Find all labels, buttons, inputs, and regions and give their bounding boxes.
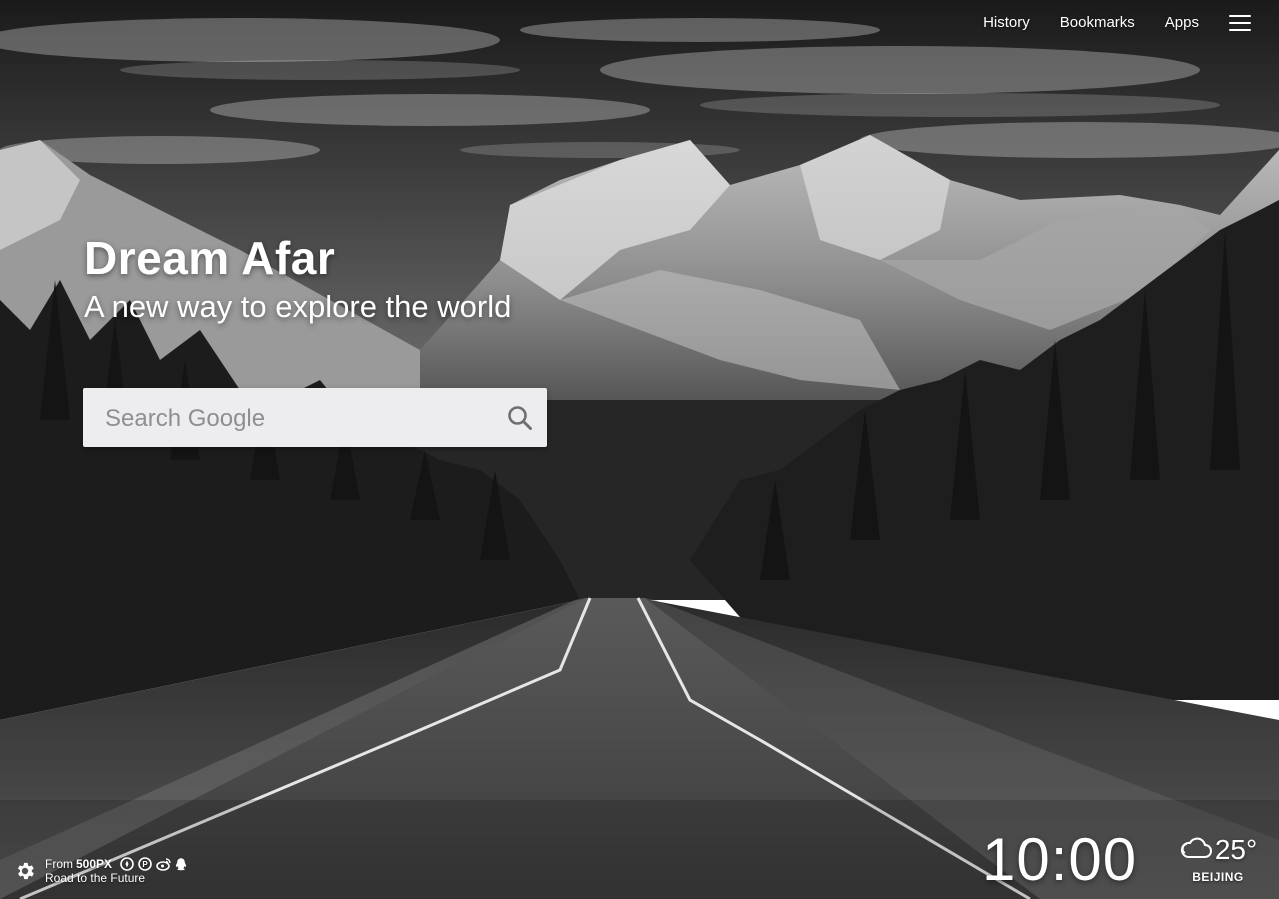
- hero: Dream Afar A new way to explore the worl…: [84, 230, 511, 326]
- photo-credit: From 500PX P Road to the Future: [14, 857, 188, 885]
- credit-source[interactable]: 500PX: [76, 857, 112, 871]
- apps-link[interactable]: Apps: [1165, 14, 1199, 31]
- tagline: A new way to explore the world: [84, 289, 512, 324]
- city-name: BEIJING: [1192, 870, 1244, 884]
- credit-prefix: From: [45, 857, 73, 871]
- compass-icon[interactable]: [120, 857, 134, 871]
- svg-text:P: P: [142, 860, 148, 869]
- hamburger-menu-icon[interactable]: [1229, 14, 1251, 31]
- clock: 10:00: [982, 826, 1138, 893]
- weibo-icon[interactable]: [156, 857, 171, 871]
- photo-title: Road to the Future: [45, 871, 146, 885]
- search-input[interactable]: [103, 388, 497, 449]
- social-icons: P: [120, 857, 188, 871]
- temperature: 25°: [1214, 834, 1258, 865]
- bookmarks-link[interactable]: Bookmarks: [1060, 14, 1135, 31]
- background-photo: [0, 0, 1279, 899]
- pinterest-icon[interactable]: P: [138, 857, 152, 871]
- page-title: Dream Afar: [84, 232, 336, 284]
- top-nav: History Bookmarks Apps: [953, 14, 1251, 31]
- weather-widget[interactable]: 25° BEIJING: [1168, 834, 1268, 884]
- search-box: [83, 388, 547, 449]
- gear-icon[interactable]: [14, 860, 36, 882]
- credit-text: From 500PX P Road to the Future: [45, 857, 188, 885]
- qq-icon[interactable]: [174, 857, 188, 871]
- history-link[interactable]: History: [983, 14, 1030, 31]
- search-icon[interactable]: [507, 405, 533, 431]
- cloud-icon: [1179, 835, 1213, 866]
